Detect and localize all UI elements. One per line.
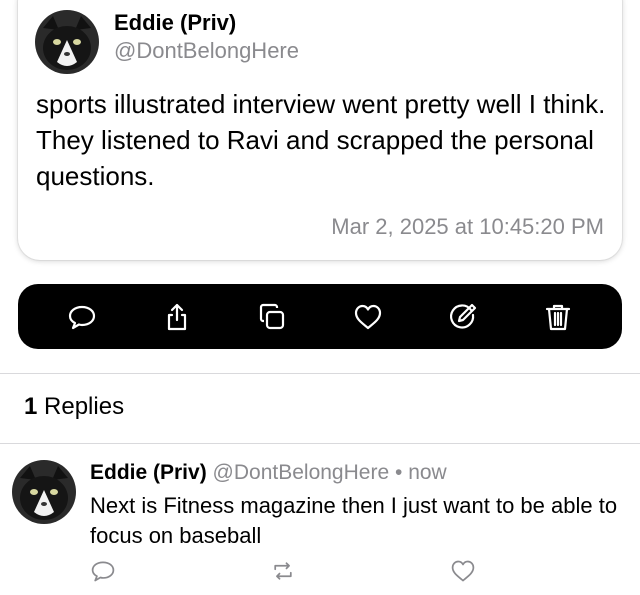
post-action-bar <box>18 284 622 349</box>
heart-icon <box>354 304 381 329</box>
share-button[interactable] <box>157 297 197 337</box>
reply-like-button[interactable] <box>450 558 480 588</box>
trash-icon <box>546 304 571 330</box>
reply-button[interactable] <box>62 297 102 337</box>
replies-count-label: Replies <box>44 393 125 420</box>
repost-icon <box>274 562 292 580</box>
post-timestamp: Mar 2, 2025 at 10:45:20 PM <box>331 214 604 239</box>
like-button[interactable] <box>348 297 388 337</box>
reply-header: Eddie (Priv) @DontBelongHere • now <box>90 461 447 485</box>
reply-icon <box>68 305 95 329</box>
replies-count-number: 1 <box>24 393 38 420</box>
edit-button[interactable] <box>443 297 483 337</box>
share-icon <box>167 303 187 330</box>
replies-count: 1 Replies <box>24 393 124 421</box>
reply-author-name[interactable]: Eddie (Priv) <box>90 461 207 484</box>
reply-separator: • <box>394 461 403 484</box>
divider <box>0 443 640 444</box>
author-handle[interactable]: @DontBelongHere <box>114 38 299 64</box>
reply-time: now <box>408 461 447 484</box>
author-name[interactable]: Eddie (Priv) <box>114 10 236 36</box>
reply-author-handle[interactable]: @DontBelongHere <box>213 461 390 484</box>
copy-button[interactable] <box>252 297 292 337</box>
post-card: Eddie (Priv) @DontBelongHere sports illu… <box>18 0 622 260</box>
heart-icon <box>451 560 475 582</box>
reply-comment-button[interactable] <box>90 558 120 588</box>
reply-text: Next is Fitness magazine then I just wan… <box>90 493 618 548</box>
comment-icon <box>91 561 115 582</box>
delete-button[interactable] <box>538 297 578 337</box>
copy-icon <box>260 303 285 329</box>
author-avatar[interactable] <box>35 10 99 74</box>
edit-icon <box>450 303 477 329</box>
post-text: sports illustrated interview went pretty… <box>36 89 606 191</box>
reply-repost-button[interactable] <box>270 558 300 588</box>
reply-avatar[interactable] <box>12 460 76 524</box>
divider <box>0 373 640 374</box>
reply-actions <box>90 558 480 588</box>
